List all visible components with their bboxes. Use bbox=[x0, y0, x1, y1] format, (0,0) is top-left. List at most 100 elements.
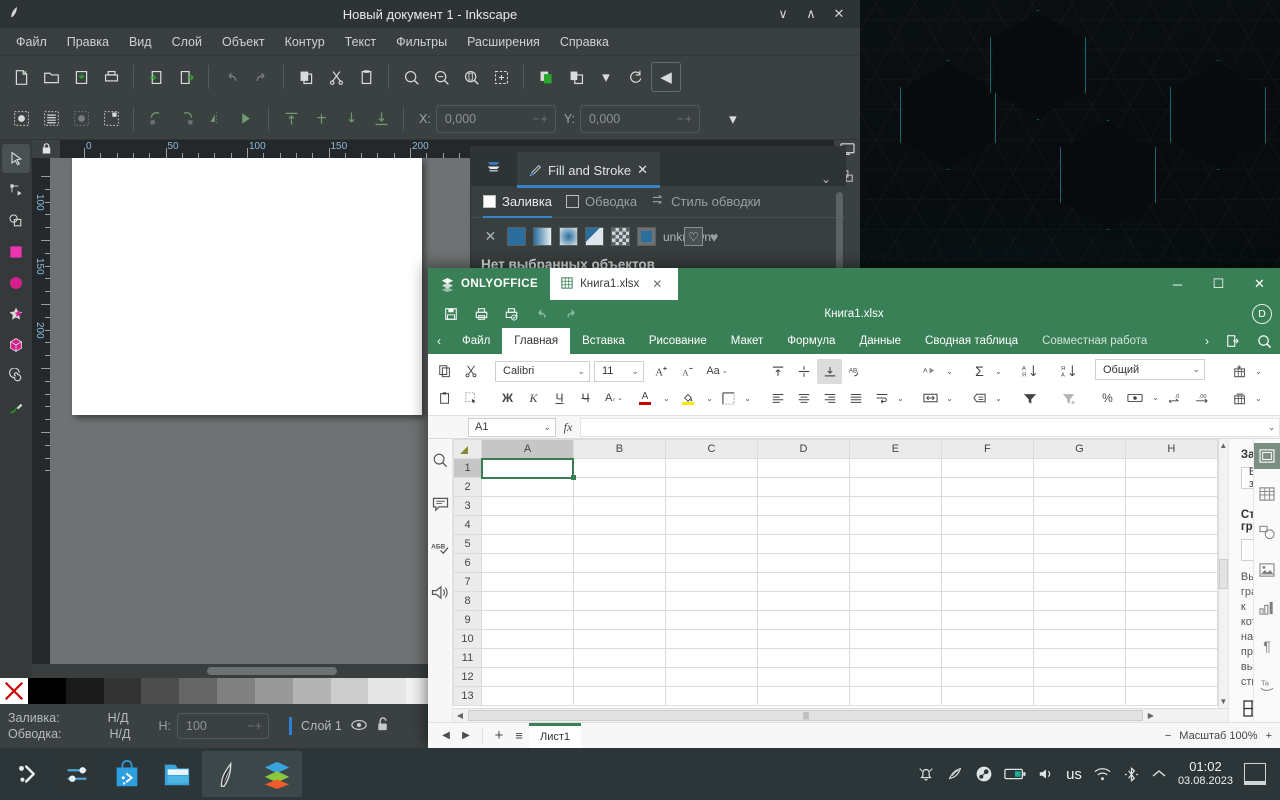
sheet-list-button[interactable]: ≡ bbox=[509, 728, 529, 743]
inkscape-close-button[interactable]: ✕ bbox=[826, 3, 852, 25]
row-header-7[interactable]: 7 bbox=[453, 572, 482, 592]
ruler-lock-icon[interactable] bbox=[32, 140, 60, 158]
subtab-fill[interactable]: Заливка bbox=[483, 186, 553, 218]
opacity-stepper[interactable]: −+ bbox=[247, 719, 268, 733]
cell-F12[interactable] bbox=[940, 667, 1034, 687]
cell-C13[interactable] bbox=[664, 686, 758, 706]
percent-icon[interactable]: % bbox=[1095, 385, 1120, 410]
cell-A1[interactable] bbox=[480, 457, 577, 481]
cell-C4[interactable] bbox=[664, 515, 758, 535]
cell-B1[interactable] bbox=[572, 458, 666, 478]
menu-path[interactable]: Контур bbox=[275, 32, 335, 52]
cell-settings-panel[interactable]: Заливка Без заливки ⌄ Стиль границ ⌄ Цве… bbox=[1227, 439, 1254, 722]
inkscape-toolbox[interactable] bbox=[0, 140, 32, 678]
onlyoffice-close-button[interactable]: ✕ bbox=[1239, 268, 1280, 300]
zoom-label[interactable]: Масштаб 100% bbox=[1179, 730, 1257, 742]
cell-G11[interactable] bbox=[1032, 648, 1126, 668]
zoom-out-button[interactable]: − bbox=[1165, 730, 1171, 742]
import-icon[interactable] bbox=[141, 62, 171, 92]
document-tab-close-icon[interactable]: ✕ bbox=[652, 277, 662, 291]
subscript-icon[interactable]: A ₂ ⌄ bbox=[599, 386, 629, 411]
cell-A6[interactable] bbox=[481, 553, 574, 573]
tabs-scroll-left-icon[interactable]: ‹ bbox=[428, 328, 450, 354]
palette-color-swatch[interactable] bbox=[217, 678, 255, 704]
cell-E12[interactable] bbox=[848, 667, 942, 687]
radial-gradient-icon[interactable] bbox=[559, 227, 578, 246]
font-color-dropdown-icon[interactable]: ⌄ bbox=[661, 394, 672, 403]
deselect-icon[interactable] bbox=[66, 104, 96, 134]
zoom-drawing-icon[interactable] bbox=[426, 62, 456, 92]
taskbar-item-settings[interactable] bbox=[52, 751, 102, 797]
chart-settings-icon[interactable] bbox=[1254, 595, 1280, 621]
app-launcher-icon[interactable] bbox=[6, 751, 52, 797]
fill-color-dropdown-icon[interactable]: ⌄ bbox=[704, 394, 715, 403]
border-line-style-select[interactable]: ⌄ bbox=[1240, 539, 1254, 561]
strikethrough-icon[interactable]: Ч bbox=[573, 386, 598, 411]
quick-print-icon[interactable] bbox=[496, 302, 526, 326]
insert-cells-dropdown-icon[interactable]: ⌄ bbox=[1253, 367, 1264, 376]
cell-E7[interactable] bbox=[848, 572, 942, 592]
menu-file[interactable]: Файл bbox=[6, 32, 57, 52]
cell-E6[interactable] bbox=[848, 553, 942, 573]
onlyoffice-minimize-button[interactable]: ─ bbox=[1157, 268, 1198, 300]
sheet-tab-list1[interactable]: Лист1 bbox=[529, 723, 582, 748]
export-icon[interactable] bbox=[171, 62, 201, 92]
y-stepper[interactable]: −+ bbox=[676, 112, 699, 126]
cell-B5[interactable] bbox=[572, 534, 666, 554]
opacity-input[interactable]: 100 −+ bbox=[177, 713, 269, 739]
onlyoffice-window[interactable]: ONLYOFFICE Книга1.xlsx ✕ ─ ☐ ✕ Книга1.xl… bbox=[428, 268, 1280, 748]
cell-G4[interactable] bbox=[1032, 515, 1126, 535]
fill-none-icon[interactable]: ✕ bbox=[481, 228, 500, 245]
row-header-10[interactable]: 10 bbox=[453, 629, 482, 649]
autosum-icon[interactable]: Σ bbox=[967, 359, 992, 384]
merge-cells-icon[interactable] bbox=[918, 386, 943, 411]
menu-layer[interactable]: Слой bbox=[162, 32, 212, 52]
cell-D2[interactable] bbox=[756, 477, 850, 497]
cell-E13[interactable] bbox=[848, 686, 942, 706]
right-rail[interactable]: ¶ Ta bbox=[1253, 439, 1280, 722]
bold-icon[interactable]: Ж bbox=[495, 386, 520, 411]
collapse-panel-icon[interactable]: ◀ bbox=[651, 62, 681, 92]
change-case-icon[interactable]: Aa ⌄ bbox=[701, 359, 733, 384]
palette-color-swatch[interactable] bbox=[179, 678, 218, 704]
cell-F13[interactable] bbox=[940, 686, 1034, 706]
increase-font-icon[interactable]: A bbox=[649, 359, 674, 384]
cell-D13[interactable] bbox=[756, 686, 850, 706]
dialog-menu-chevron-icon[interactable]: ⌄ bbox=[806, 172, 846, 186]
cell-G10[interactable] bbox=[1032, 629, 1126, 649]
inkscape-tool-options-toolbar[interactable]: X: 0,000 −+ Y: 0,000 −+ ▾ bbox=[0, 98, 860, 140]
cell-A13[interactable] bbox=[481, 686, 574, 706]
named-ranges-icon[interactable] bbox=[967, 386, 992, 411]
font-name-select[interactable]: Calibri ⌄ bbox=[495, 360, 590, 382]
cell-A9[interactable] bbox=[481, 610, 574, 630]
rotate-ccw-icon[interactable] bbox=[141, 104, 171, 134]
search-icon[interactable] bbox=[428, 449, 452, 471]
comments-icon[interactable] bbox=[428, 493, 452, 515]
increase-decimal-icon[interactable]: .00 bbox=[1189, 385, 1215, 410]
inkscape-menubar[interactable]: Файл Правка Вид Слой Объект Контур Текст… bbox=[0, 28, 860, 56]
scroll-down-icon[interactable]: ▼ bbox=[1219, 695, 1227, 708]
palette-color-swatch[interactable] bbox=[292, 678, 331, 704]
selector-tool[interactable] bbox=[2, 144, 30, 173]
row-header-1[interactable]: 1 bbox=[453, 458, 482, 478]
cell-F7[interactable] bbox=[940, 572, 1034, 592]
cell-G1[interactable] bbox=[1032, 458, 1126, 478]
cell-G9[interactable] bbox=[1032, 610, 1126, 630]
scroll-right-icon[interactable]: ▶ bbox=[1144, 711, 1158, 720]
feedback-icon[interactable] bbox=[428, 581, 452, 603]
tab-close-icon[interactable]: ✕ bbox=[637, 162, 648, 178]
cell-F3[interactable] bbox=[940, 496, 1034, 516]
open-file-location-icon[interactable] bbox=[1218, 328, 1248, 354]
menu-view[interactable]: Вид bbox=[119, 32, 162, 52]
fill-rule-even-odd-icon[interactable]: ♡ bbox=[684, 227, 703, 246]
cell-D10[interactable] bbox=[756, 629, 850, 649]
shape-settings-icon[interactable] bbox=[1254, 519, 1280, 545]
cut-icon[interactable] bbox=[458, 359, 483, 384]
scroll-left-icon[interactable]: ◀ bbox=[453, 711, 467, 720]
cell-B11[interactable] bbox=[572, 648, 666, 668]
text-art-settings-icon[interactable]: Ta bbox=[1254, 671, 1280, 697]
delete-cells-dropdown-icon[interactable]: ⌄ bbox=[1253, 394, 1264, 403]
cell-G13[interactable] bbox=[1032, 686, 1126, 706]
cell-G6[interactable] bbox=[1032, 553, 1126, 573]
cell-E8[interactable] bbox=[848, 591, 942, 611]
